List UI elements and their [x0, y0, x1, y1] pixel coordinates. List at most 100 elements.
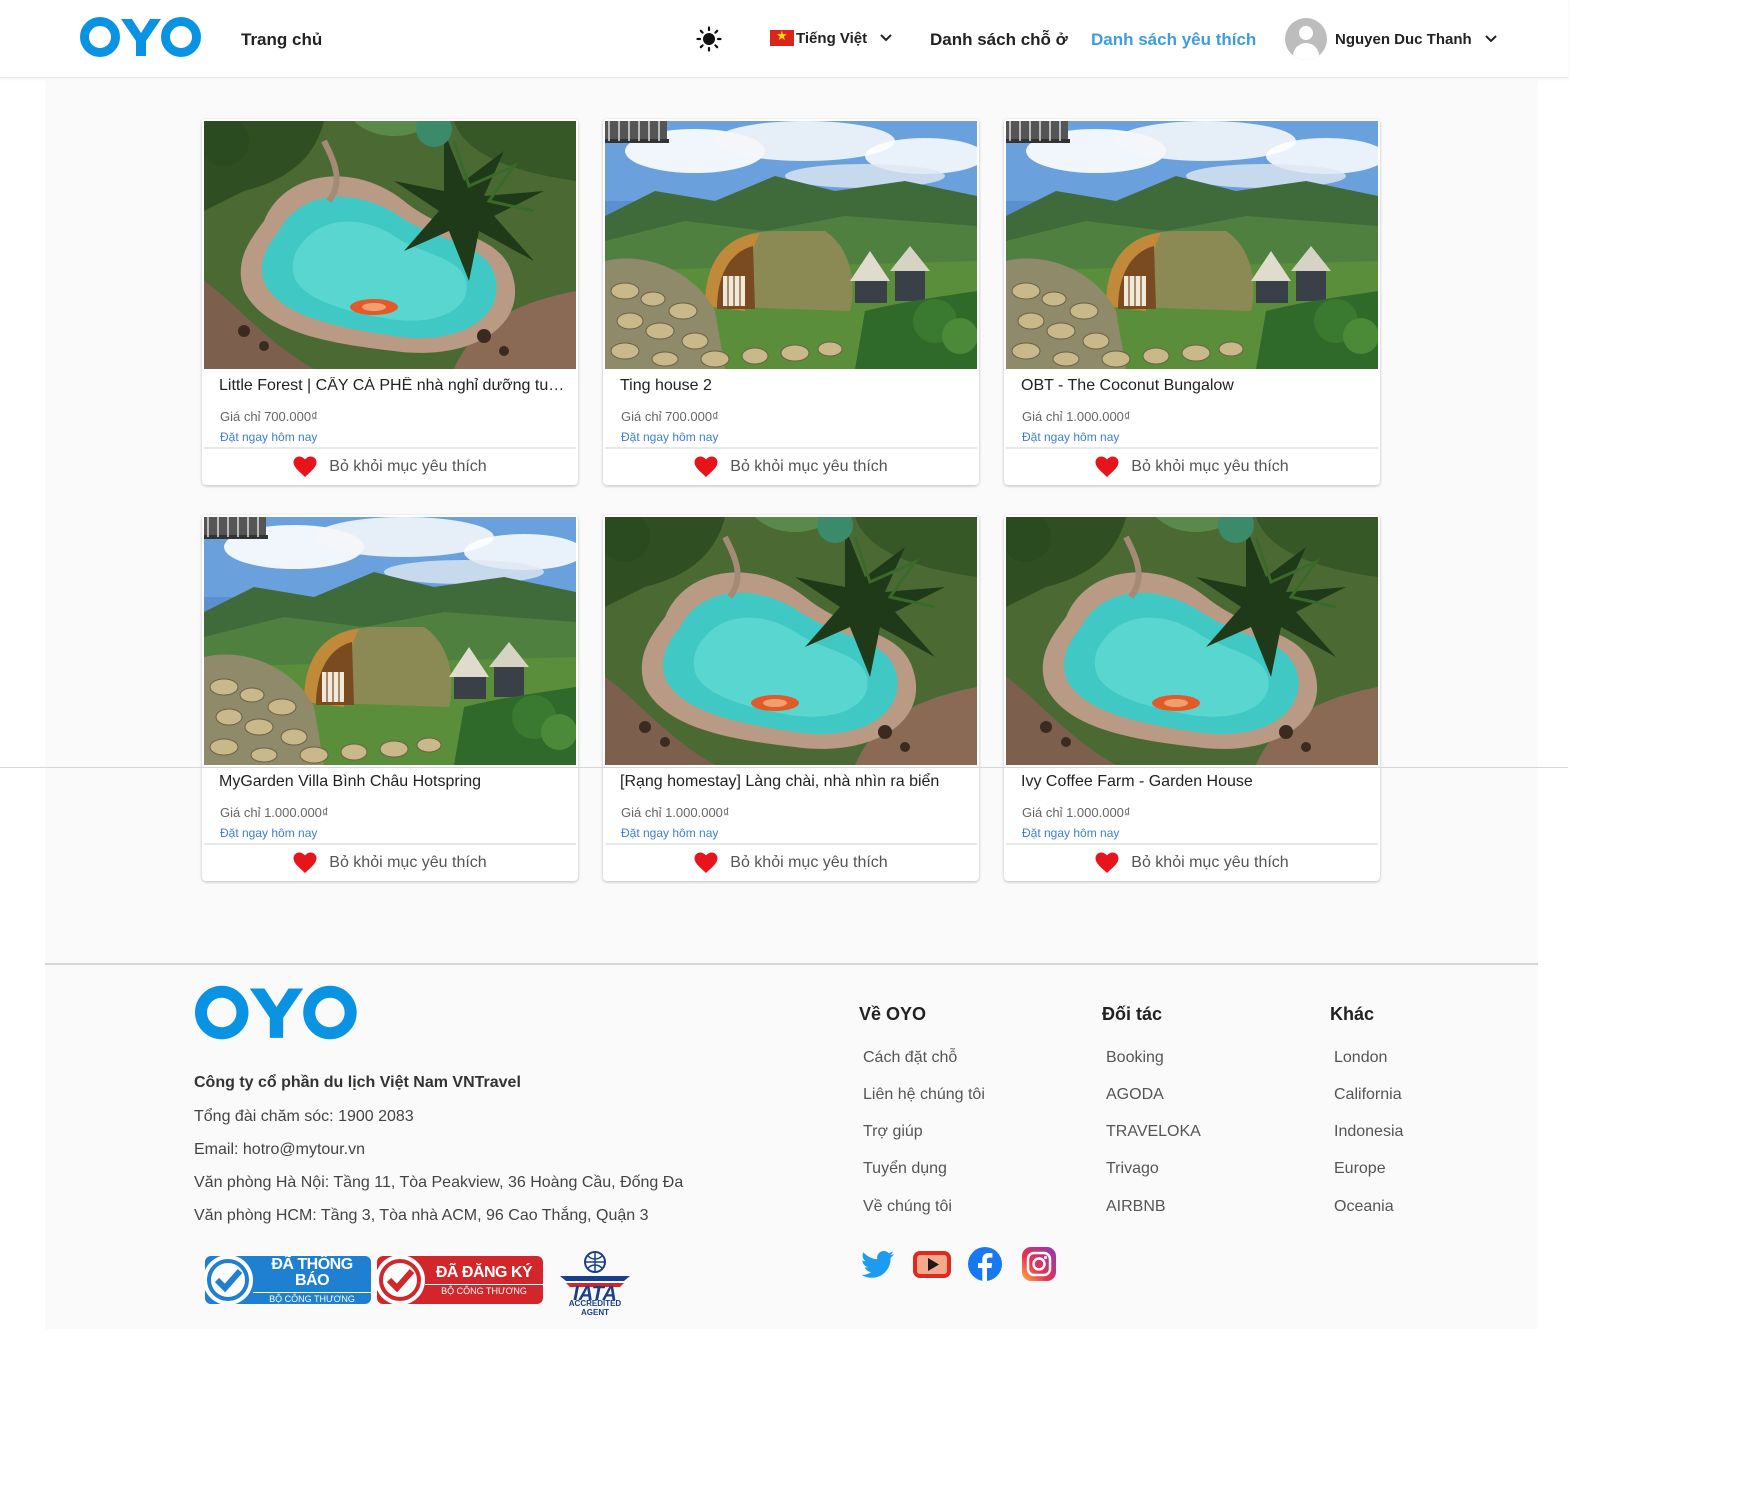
- property-image[interactable]: [1006, 121, 1378, 369]
- property-image[interactable]: [605, 517, 977, 765]
- nav-home-link[interactable]: Trang chủ: [241, 30, 322, 50]
- ministry-registered-badge[interactable]: ĐÃ ĐĂNG KÝ BỘ CÔNG THƯƠNG: [377, 1256, 543, 1304]
- heart-icon: [1095, 852, 1119, 873]
- book-now-link[interactable]: Đặt ngay hôm nay: [621, 430, 718, 444]
- badge-subtitle: BỘ CÔNG THƯƠNG: [425, 1283, 543, 1296]
- instagram-icon[interactable]: [1021, 1246, 1057, 1282]
- card-divider: [605, 843, 977, 845]
- avatar: [1285, 18, 1327, 60]
- remove-favorite-button[interactable]: Bỏ khỏi mục yêu thích: [1004, 849, 1380, 877]
- footer-divider: [45, 963, 1538, 965]
- language-label: Tiếng Việt: [796, 29, 868, 47]
- oyo-logo[interactable]: [80, 16, 202, 58]
- property-card[interactable]: Ivy Coffee Farm - Garden House Giá chỉ 1.…: [1004, 515, 1380, 881]
- twitter-icon[interactable]: [860, 1246, 896, 1282]
- property-price: Giá chỉ 1.000.000₫: [621, 805, 730, 820]
- property-price: Giá chỉ 700.000₫: [621, 409, 719, 424]
- property-card[interactable]: MyGarden Villa Bình Châu Hotspring Giá ch…: [202, 515, 578, 881]
- remove-favorite-button[interactable]: Bỏ khỏi mục yêu thích: [603, 453, 979, 481]
- user-name: Nguyen Duc Thanh: [1335, 30, 1472, 48]
- property-title[interactable]: Little Forest | CÂY CÀ PHÊ nhà nghỉ dưỡn…: [219, 377, 569, 395]
- chevron-down-icon: [880, 34, 892, 42]
- remove-favorite-button[interactable]: Bỏ khỏi mục yêu thích: [1004, 453, 1380, 481]
- footer-link[interactable]: Europe: [1334, 1160, 1386, 1178]
- footer-link[interactable]: Liên hệ chúng tôi: [863, 1086, 985, 1104]
- language-selector[interactable]: Tiếng Việt: [770, 28, 895, 47]
- vietnam-flag-icon: [770, 28, 794, 46]
- footer-link[interactable]: Indonesia: [1334, 1123, 1403, 1141]
- badge-title: ĐÃ ĐĂNG KÝ: [435, 1263, 533, 1281]
- card-divider: [204, 447, 576, 449]
- footer-col-partners-title: Đối tác: [1102, 1004, 1163, 1024]
- footer-link[interactable]: Trợ giúp: [863, 1123, 923, 1141]
- property-title[interactable]: Ting house 2: [620, 377, 970, 395]
- horizontal-rule: [0, 767, 1568, 768]
- heart-icon: [694, 456, 718, 477]
- property-price: Giá chỉ 1.000.000₫: [220, 805, 329, 820]
- card-divider: [1006, 447, 1378, 449]
- footer-link[interactable]: TRAVELOKA: [1106, 1123, 1201, 1141]
- remove-favorite-label: Bỏ khỏi mục yêu thích: [329, 854, 487, 871]
- book-now-link[interactable]: Đặt ngay hôm nay: [621, 826, 718, 840]
- heart-icon: [694, 852, 718, 873]
- sun-icon[interactable]: [696, 26, 722, 52]
- badge-text: ĐÃ THÔNG BÁO BỘ CÔNG THƯƠNG: [253, 1256, 371, 1304]
- youtube-icon[interactable]: [912, 1246, 952, 1282]
- property-title[interactable]: OBT - The Coconut Bungalow: [1021, 377, 1371, 395]
- checkmark-icon: [205, 1256, 253, 1304]
- remove-favorite-button[interactable]: Bỏ khỏi mục yêu thích: [603, 849, 979, 877]
- remove-favorite-button[interactable]: Bỏ khỏi mục yêu thích: [202, 849, 578, 877]
- nav-favorites-link[interactable]: Danh sách yêu thích: [1091, 30, 1256, 50]
- property-title[interactable]: MyGarden Villa Bình Châu Hotspring: [219, 773, 569, 791]
- property-image[interactable]: [605, 121, 977, 369]
- book-now-link[interactable]: Đặt ngay hôm nay: [1022, 430, 1119, 444]
- footer-link[interactable]: Booking: [1106, 1049, 1164, 1067]
- email-text: Email: hotro@mytour.vn: [194, 1141, 365, 1158]
- property-image[interactable]: [204, 121, 576, 369]
- property-card[interactable]: [Rạng homestay] Làng chài, nhà nhìn ra b…: [603, 515, 979, 881]
- ministry-notified-badge[interactable]: ĐÃ THÔNG BÁO BỘ CÔNG THƯƠNG: [205, 1256, 371, 1304]
- footer-col-other-title: Khác: [1330, 1004, 1375, 1024]
- remove-favorite-label: Bỏ khỏi mục yêu thích: [1131, 854, 1289, 871]
- badge-subtitle: BỘ CÔNG THƯƠNG: [253, 1291, 371, 1304]
- card-divider: [204, 843, 576, 845]
- footer-link[interactable]: AGODA: [1106, 1086, 1164, 1104]
- badge-title: ĐÃ THÔNG BÁO: [271, 1256, 353, 1289]
- footer-link[interactable]: Tuyển dụng: [863, 1160, 947, 1178]
- book-now-link[interactable]: Đặt ngay hôm nay: [220, 430, 317, 444]
- book-now-link[interactable]: Đặt ngay hôm nay: [220, 826, 317, 840]
- footer-link[interactable]: Về chúng tôi: [863, 1198, 952, 1216]
- nav-accommodations-link[interactable]: Danh sách chỗ ở: [930, 30, 1068, 50]
- top-navbar: Trang chủ Tiếng Việt Danh sách chỗ ở Dan…: [0, 0, 1568, 78]
- property-price: Giá chỉ 1.000.000₫: [1022, 409, 1131, 424]
- checkmark-icon: [377, 1256, 425, 1304]
- office-hanoi-text: Văn phòng Hà Nội: Tầng 11, Tòa Peakview,…: [194, 1174, 684, 1191]
- footer-link[interactable]: California: [1334, 1086, 1402, 1104]
- book-now-link[interactable]: Đặt ngay hôm nay: [1022, 826, 1119, 840]
- footer-col-about-title: Về OYO: [859, 1004, 927, 1024]
- oyo-footer-logo: [195, 985, 357, 1040]
- remove-favorite-label: Bỏ khỏi mục yêu thích: [329, 458, 487, 475]
- footer-link[interactable]: Cách đặt chỗ: [863, 1049, 957, 1067]
- hotline-text: Tổng đài chăm sóc: 1900 2083: [194, 1108, 414, 1125]
- card-divider: [605, 447, 977, 449]
- property-card[interactable]: Ting house 2 Giá chỉ 700.000₫ Đặt ngay hôm…: [603, 119, 979, 485]
- property-title[interactable]: [Rạng homestay] Làng chài, nhà nhìn ra b…: [620, 773, 970, 791]
- footer-link[interactable]: Oceania: [1334, 1198, 1394, 1216]
- heart-icon: [293, 852, 317, 873]
- company-name: Công ty cổ phần du lịch Việt Nam VNTrave…: [194, 1074, 521, 1091]
- remove-favorite-button[interactable]: Bỏ khỏi mục yêu thích: [202, 453, 578, 481]
- remove-favorite-label: Bỏ khỏi mục yêu thích: [730, 854, 888, 871]
- remove-favorite-label: Bỏ khỏi mục yêu thích: [1131, 458, 1289, 475]
- property-title[interactable]: Ivy Coffee Farm - Garden House: [1021, 773, 1371, 791]
- footer-link[interactable]: AIRBNB: [1106, 1198, 1166, 1216]
- property-image[interactable]: [204, 517, 576, 765]
- facebook-icon[interactable]: [967, 1246, 1003, 1282]
- footer-link[interactable]: Trivago: [1106, 1160, 1159, 1178]
- property-price: Giá chỉ 700.000₫: [220, 409, 318, 424]
- property-card[interactable]: Little Forest | CÂY CÀ PHÊ nhà nghỉ dưỡn…: [202, 119, 578, 485]
- property-card[interactable]: OBT - The Coconut Bungalow Giá chỉ 1.000.…: [1004, 119, 1380, 485]
- property-image[interactable]: [1006, 517, 1378, 765]
- user-menu[interactable]: Nguyen Duc Thanh: [1285, 18, 1500, 60]
- footer-link[interactable]: London: [1334, 1049, 1387, 1067]
